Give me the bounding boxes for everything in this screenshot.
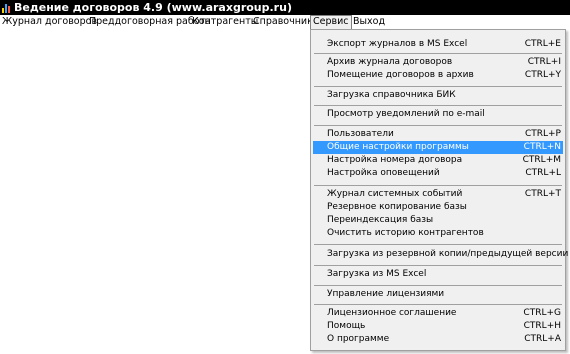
menu-separator <box>314 185 562 187</box>
menu-item-shortcut: CTRL+L <box>525 168 561 178</box>
menu-journal-contracts[interactable]: Журнал договоров <box>2 15 97 29</box>
menu-item-label: Общие настройки программы <box>327 142 469 152</box>
menu-separator <box>314 285 562 287</box>
menu-item-label: Загрузка из MS Excel <box>327 269 427 279</box>
menu-item-shortcut: CTRL+T <box>524 189 561 199</box>
menu-exit[interactable]: Выход <box>353 15 385 29</box>
menu-item-label: Загрузка справочника БИК <box>327 90 456 100</box>
menu-item-shortcut: CTRL+M <box>522 155 561 165</box>
service-dropdown-menu: Экспорт журналов в MS Excel CTRL+E Архив… <box>310 29 568 351</box>
menu-item-shortcut: CTRL+Y <box>524 70 561 80</box>
menu-item-email-notifications[interactable]: Просмотр уведомлений по e-mail <box>313 108 563 121</box>
menu-item-shortcut: CTRL+I <box>527 57 561 67</box>
menu-item-label: Переиндексация базы <box>327 215 434 225</box>
menu-separator <box>314 125 562 127</box>
title-bar: Ведение договоров 4.9 (www.araxgroup.ru) <box>0 0 570 15</box>
menu-item-label: Настройка номера договора <box>327 155 463 165</box>
menu-separator <box>314 53 562 55</box>
menu-item-label: Экспорт журналов в MS Excel <box>327 39 468 49</box>
menu-separator <box>314 265 562 267</box>
menu-item-system-event-log[interactable]: Журнал системных событий CTRL+T <box>313 188 563 201</box>
menu-item-label: Настройка оповещений <box>327 168 440 178</box>
menu-item-contracts-archive[interactable]: Архив журнала договоров CTRL+I <box>313 56 563 69</box>
menu-item-label: О программе <box>327 334 390 344</box>
menu-item-contract-number-settings[interactable]: Настройка номера договора CTRL+M <box>313 154 563 167</box>
menu-item-label: Пользователи <box>327 129 394 139</box>
menu-separator <box>314 304 562 306</box>
menu-item-about[interactable]: О программе CTRL+A <box>313 333 563 346</box>
menu-item-shortcut: CTRL+N <box>523 142 561 152</box>
menu-item-export-excel[interactable]: Экспорт журналов в MS Excel CTRL+E <box>313 38 563 51</box>
menu-item-label: Помещение договоров в архив <box>327 70 474 80</box>
bar-chart-app-icon <box>2 2 12 13</box>
menu-item-shortcut: CTRL+H <box>523 321 561 331</box>
menu-separator <box>314 244 562 246</box>
menu-item-notification-settings[interactable]: Настройка оповещений CTRL+L <box>313 167 563 180</box>
menu-item-shortcut: CTRL+P <box>524 129 561 139</box>
menu-item-reindex-database[interactable]: Переиндексация базы <box>313 214 563 227</box>
menu-item-label: Очистить историю контрагентов <box>327 228 484 238</box>
menu-item-label: Загрузка из резервной копии/предыдущей в… <box>327 249 569 259</box>
menu-item-backup-database[interactable]: Резервное копирование базы <box>313 201 563 214</box>
menu-separator <box>314 86 562 88</box>
menu-item-users[interactable]: Пользователи CTRL+P <box>313 128 563 141</box>
menu-item-label: Просмотр уведомлений по e-mail <box>327 109 485 119</box>
menu-service[interactable]: Сервис <box>310 15 352 29</box>
menu-item-label: Резервное копирование базы <box>327 202 467 212</box>
menu-item-clear-counterparty-history[interactable]: Очистить историю контрагентов <box>313 227 563 240</box>
menu-item-shortcut: CTRL+E <box>524 39 561 49</box>
menu-item-license-agreement[interactable]: Лицензионное соглашение CTRL+G <box>313 307 563 320</box>
menu-item-help[interactable]: Помощь CTRL+H <box>313 320 563 333</box>
menu-item-label: Журнал системных событий <box>327 189 463 199</box>
menu-item-load-from-backup[interactable]: Загрузка из резервной копии/предыдущей в… <box>313 248 568 261</box>
menu-separator <box>314 105 562 107</box>
menu-item-label: Помощь <box>327 321 366 331</box>
menu-item-load-bik[interactable]: Загрузка справочника БИК <box>313 89 563 102</box>
menu-item-load-from-excel[interactable]: Загрузка из MS Excel <box>313 268 563 281</box>
menu-counterparties[interactable]: Контрагенты <box>192 15 258 29</box>
menu-item-label: Управление лицензиями <box>327 289 445 299</box>
menu-item-shortcut: CTRL+A <box>524 334 561 344</box>
window-title: Ведение договоров 4.9 (www.araxgroup.ru) <box>14 1 292 14</box>
menu-item-label: Архив журнала договоров <box>327 57 453 67</box>
menu-item-shortcut: CTRL+G <box>523 308 561 318</box>
menu-item-general-settings[interactable]: Общие настройки программы CTRL+N <box>313 141 563 154</box>
menu-item-move-to-archive[interactable]: Помещение договоров в архив CTRL+Y <box>313 69 563 82</box>
menu-bar: Журнал договоров Преддоговорная работа К… <box>0 15 570 29</box>
menu-item-license-management[interactable]: Управление лицензиями <box>313 288 563 301</box>
menu-item-label: Лицензионное соглашение <box>327 308 457 318</box>
